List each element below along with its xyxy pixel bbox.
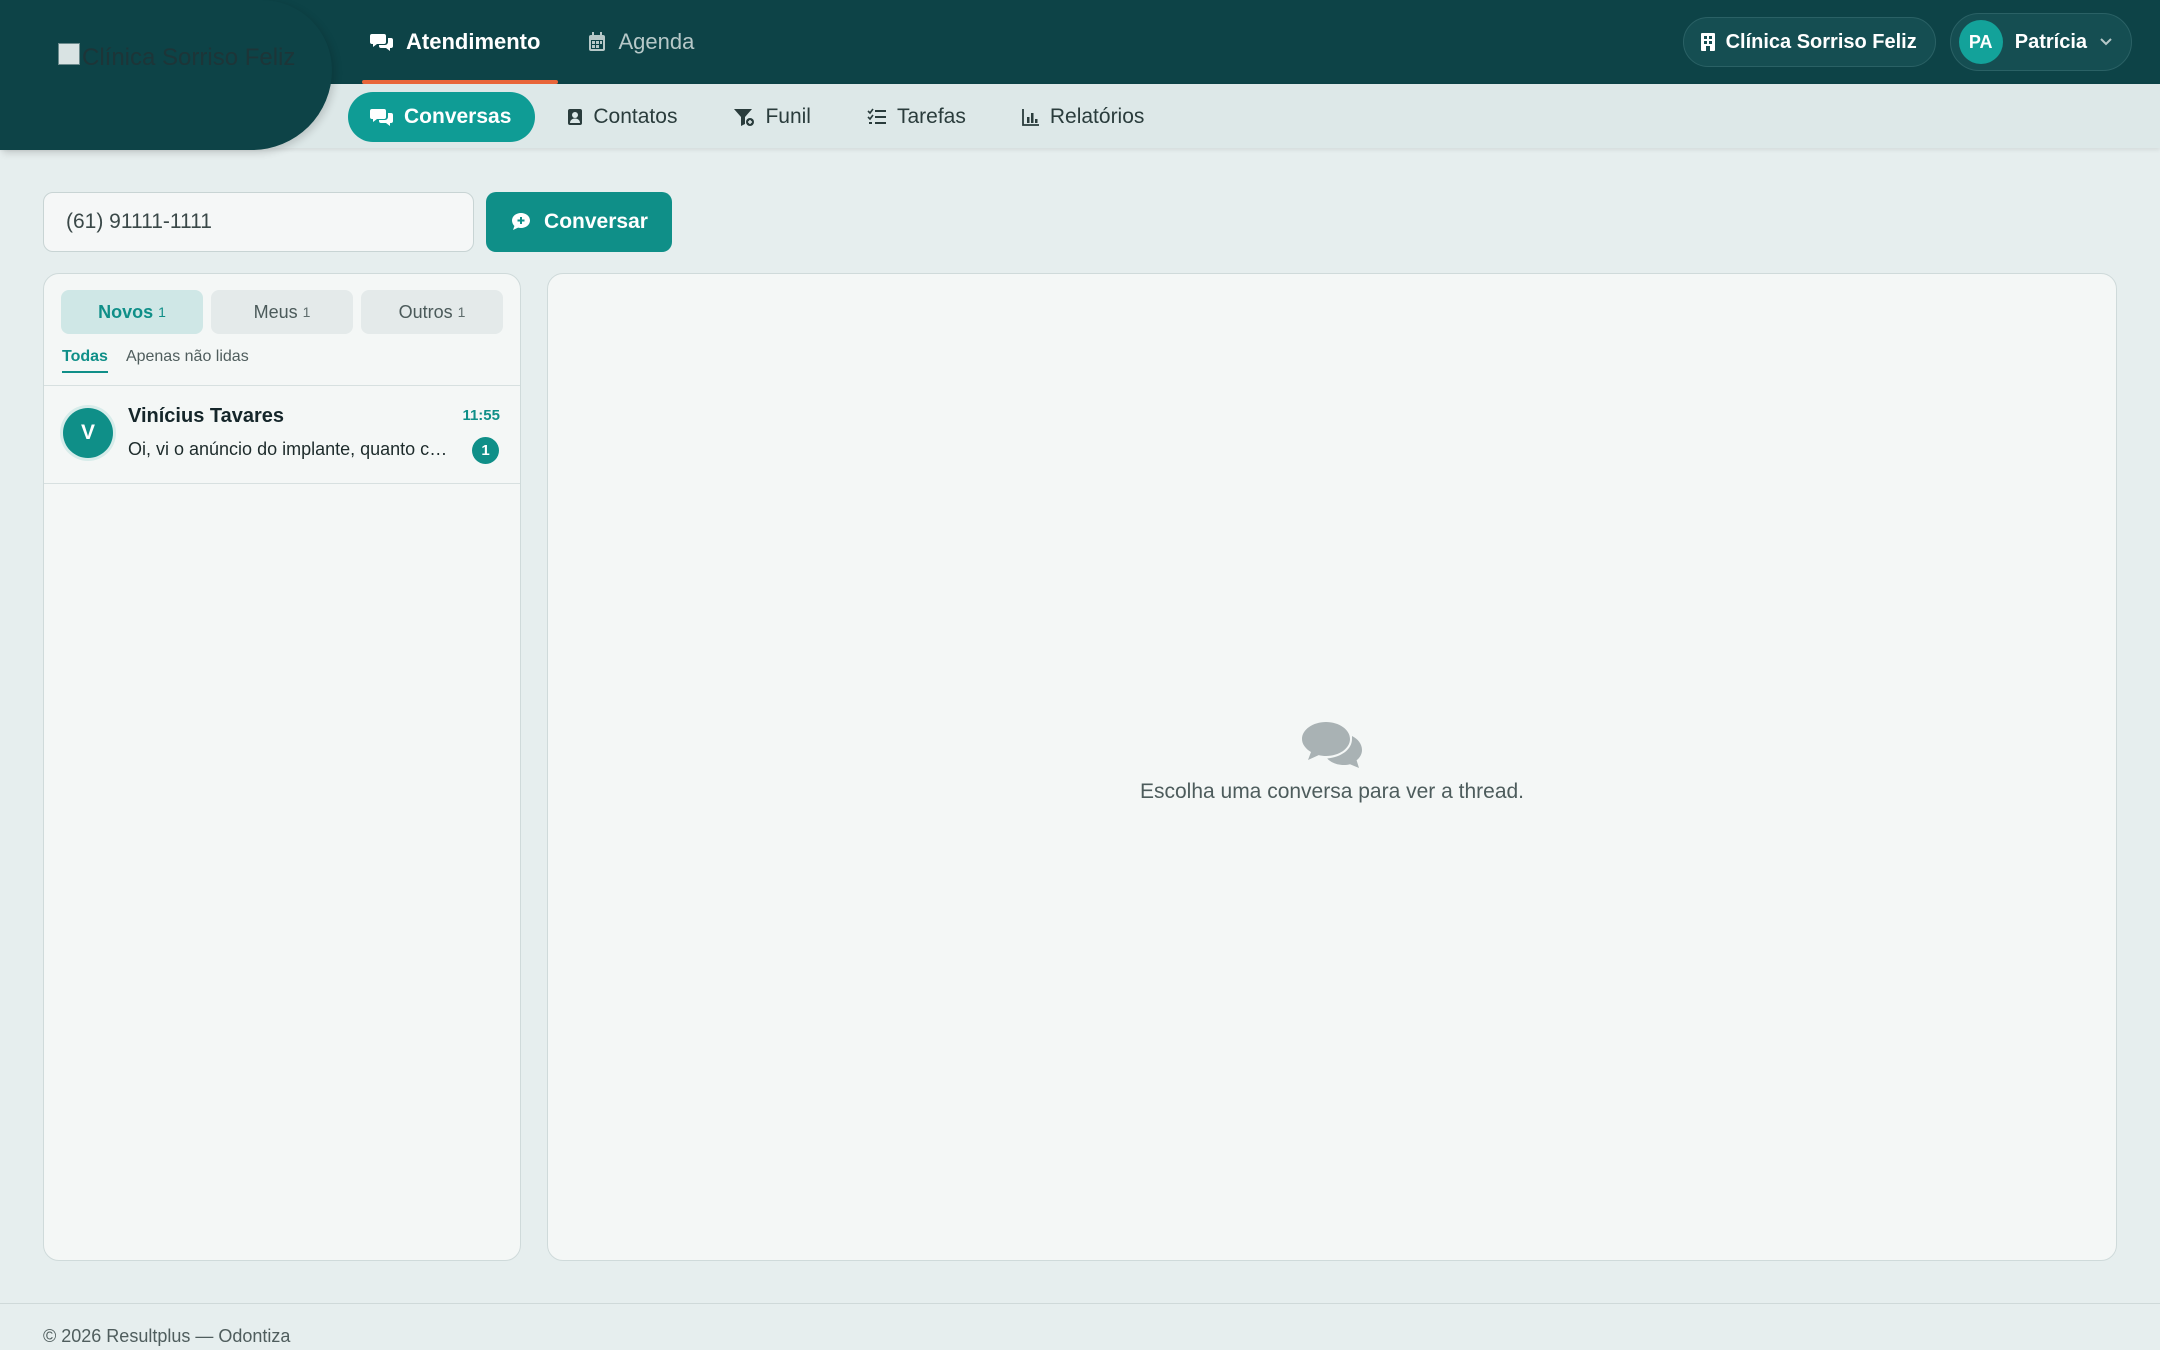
footer-copyright: © 2026 Resultplus — Odontiza: [43, 1326, 291, 1346]
chat-bubbles-icon: [1300, 720, 1364, 772]
tab-contatos[interactable]: Contatos: [545, 92, 701, 142]
filter-todas[interactable]: Todas: [62, 348, 108, 373]
clinic-selector[interactable]: Clínica Sorriso Feliz: [1682, 17, 1936, 67]
sub-nav: Conversas Contatos Funil Tarefas Relatór…: [348, 92, 1168, 142]
tab-label: Meus: [253, 301, 298, 322]
tab-label: Outros: [398, 301, 453, 322]
tab-funil[interactable]: Funil: [711, 92, 835, 142]
contact-card-icon: [567, 108, 583, 126]
chat-plus-icon: [510, 211, 532, 233]
tab-outros[interactable]: Outros 1: [361, 290, 503, 334]
empty-state: Escolha uma conversa para ver a thread.: [548, 720, 2116, 804]
filter-nao-lidas[interactable]: Apenas não lidas: [126, 348, 249, 373]
checklist-icon: [867, 108, 887, 126]
header-right: Clínica Sorriso Feliz PA Patrícia: [1682, 13, 2132, 71]
tab-count: 1: [302, 304, 311, 320]
main-nav-label: Agenda: [618, 29, 695, 54]
clinic-logo[interactable]: Clínica Sorriso Feliz: [58, 43, 296, 72]
tab-label: Conversas: [404, 105, 512, 128]
tab-novos[interactable]: Novos 1: [61, 290, 203, 334]
avatar: PA: [1958, 20, 2003, 64]
user-name: Patrícia: [2014, 30, 2087, 53]
empty-state-text: Escolha uma conversa para ver a thread.: [1139, 780, 1525, 803]
inbox-tabs: Novos 1 Meus 1 Outros 1: [61, 290, 503, 334]
logo-container[interactable]: Clínica Sorriso Feliz: [0, 0, 332, 150]
tab-conversas[interactable]: Conversas: [348, 92, 536, 142]
bar-chart-icon: [1021, 108, 1040, 126]
tab-tarefas[interactable]: Tarefas: [845, 92, 990, 142]
unread-badge: 1: [472, 437, 499, 464]
thread-panel: Escolha uma conversa para ver a thread.: [547, 273, 2117, 1261]
tab-label: Novos: [98, 301, 154, 322]
contact-name: Vinícius Tavares: [128, 405, 285, 427]
tab-count: 1: [457, 304, 466, 320]
tab-label: Tarefas: [896, 105, 966, 128]
message-time: 11:55: [462, 407, 500, 424]
converse-button-label: Conversar: [544, 210, 648, 233]
tab-count: 1: [158, 304, 166, 320]
tab-meus[interactable]: Meus 1: [211, 290, 353, 334]
building-icon: [1700, 32, 1716, 52]
main-nav-atendimento[interactable]: Atendimento: [352, 0, 559, 84]
chevron-down-icon: [2099, 37, 2113, 47]
phone-input[interactable]: [43, 192, 474, 252]
footer-divider: [0, 1303, 2160, 1304]
broken-image-icon: [58, 43, 80, 65]
chat-bubbles-icon: [370, 107, 394, 127]
funnel-icon: [733, 107, 755, 127]
message-preview: Oi, vi o anúncio do implante, quanto cus…: [128, 439, 448, 459]
avatar: V: [63, 408, 113, 458]
tab-relatorios[interactable]: Relatórios: [1000, 92, 1169, 142]
read-filters: Todas Apenas não lidas: [62, 348, 249, 373]
calendar-icon: [588, 32, 606, 52]
clinic-logo-alt-text: Clínica Sorriso Feliz: [82, 44, 296, 71]
main-nav-label: Atendimento: [406, 29, 541, 54]
converse-button[interactable]: Conversar: [486, 192, 672, 252]
list-item[interactable]: V Vinícius Tavares 11:55 Oi, vi o anúnci…: [44, 386, 520, 484]
conversation-list-panel: Novos 1 Meus 1 Outros 1 Todas Apenas não…: [43, 273, 521, 1261]
clinic-name: Clínica Sorriso Feliz: [1725, 30, 1917, 53]
main-nav: Atendimento Agenda: [352, 0, 712, 84]
tab-label: Relatórios: [1049, 105, 1145, 128]
tab-label: Funil: [765, 105, 811, 128]
chat-bubbles-icon: [370, 32, 394, 52]
main-nav-agenda[interactable]: Agenda: [570, 0, 712, 84]
user-menu[interactable]: PA Patrícia: [1949, 13, 2132, 71]
tab-label: Contatos: [593, 105, 678, 128]
